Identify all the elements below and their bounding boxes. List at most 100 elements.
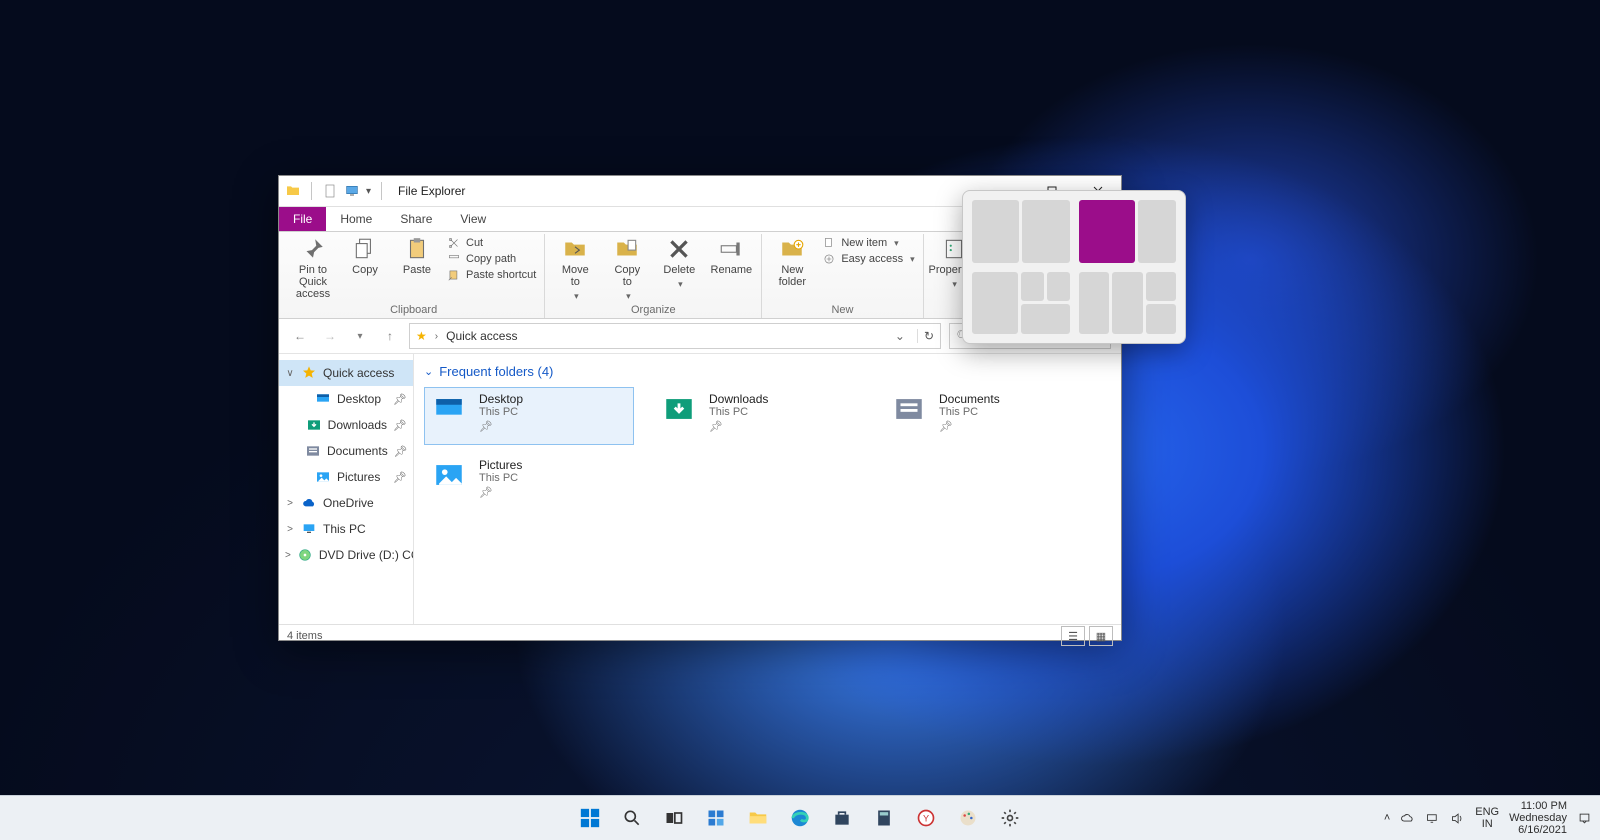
paste-shortcut-button[interactable]: Paste shortcut [445, 268, 538, 282]
task-view-button[interactable] [657, 801, 691, 835]
copy-path-button[interactable]: Copy path [445, 252, 538, 266]
move-to-button[interactable]: Move to▾ [551, 236, 599, 302]
taskbar[interactable]: Y ˄ ENGIN 11:00 PMWednesday6/16/2021 [0, 795, 1600, 840]
address-dropdown-icon[interactable]: ⌄ [895, 329, 905, 343]
tile-sub: This PC [709, 406, 768, 418]
new-item-icon [822, 236, 836, 250]
rename-button[interactable]: Rename [707, 236, 755, 276]
edge-taskbar-icon[interactable] [783, 801, 817, 835]
folder-tile-desktop[interactable]: DesktopThis PC📌︎ [424, 387, 634, 445]
desktop-icon [429, 392, 469, 426]
clock[interactable]: 11:00 PMWednesday6/16/2021 [1509, 800, 1567, 836]
desktop-background: ▾ File Explorer File Home Share View Pin… [0, 0, 1600, 840]
sidebar-item-dvd-drive-d-cc[interactable]: >DVD Drive (D:) CC [279, 542, 413, 568]
sidebar-item-quick-access[interactable]: ∨Quick access [279, 360, 413, 386]
pin-icon: 📌︎ [479, 486, 522, 499]
desktop-icon [315, 391, 331, 407]
breadcrumb[interactable]: Quick access [446, 329, 517, 343]
expand-icon[interactable]: > [285, 498, 295, 509]
snap-layout-2col[interactable] [972, 200, 1070, 263]
tab-view[interactable]: View [446, 207, 500, 231]
path-icon [447, 252, 461, 266]
notifications-tray-icon[interactable] [1577, 811, 1592, 826]
paste-button[interactable]: Paste [393, 236, 441, 276]
tray-overflow-icon[interactable]: ˄ [1384, 812, 1390, 824]
widgets-button[interactable] [699, 801, 733, 835]
document-icon [889, 392, 929, 426]
easy-access-button[interactable]: Easy access▾ [820, 252, 916, 266]
ribbon-group-new: New folder New item▾ Easy access▾ New [762, 234, 923, 318]
copy-to-button[interactable]: Copy to▾ [603, 236, 651, 302]
paint-taskbar-icon[interactable] [951, 801, 985, 835]
cut-button[interactable]: Cut [445, 236, 538, 250]
status-text: 4 items [287, 630, 322, 642]
settings-taskbar-icon[interactable] [993, 801, 1027, 835]
content-pane[interactable]: ⌄ Frequent folders (4) DesktopThis PC📌︎D… [414, 354, 1121, 624]
calculator-taskbar-icon[interactable] [867, 801, 901, 835]
file-explorer-taskbar-icon[interactable] [741, 801, 775, 835]
label: Paste [403, 264, 431, 276]
search-button[interactable] [615, 801, 649, 835]
pin-icon: 📌︎ [939, 420, 1000, 433]
tile-name: Pictures [479, 458, 522, 472]
snap-layouts-flyout [962, 190, 1186, 344]
language-indicator[interactable]: ENGIN [1475, 806, 1499, 830]
sidebar-item-desktop[interactable]: Desktop📌︎ [279, 386, 413, 412]
app-taskbar-icon[interactable]: Y [909, 801, 943, 835]
folder-tile-documents[interactable]: DocumentsThis PC📌︎ [884, 387, 1094, 445]
address-bar[interactable]: ★ › Quick access ⌄ ↻ [409, 323, 941, 349]
volume-tray-icon[interactable] [1450, 811, 1465, 826]
tab-file[interactable]: File [279, 207, 326, 231]
back-button[interactable]: ← [289, 325, 311, 347]
new-item-button[interactable]: New item▾ [820, 236, 916, 250]
forward-button[interactable]: → [319, 325, 341, 347]
sidebar-item-label: OneDrive [323, 496, 374, 510]
explorer-body: ∨Quick accessDesktop📌︎Downloads📌︎Documen… [279, 354, 1121, 624]
system-tray[interactable]: ˄ ENGIN 11:00 PMWednesday6/16/2021 [1384, 800, 1592, 836]
start-button[interactable] [573, 801, 607, 835]
sidebar-item-onedrive[interactable]: > OneDrive [279, 490, 413, 516]
sidebar-item-this-pc[interactable]: >This PC [279, 516, 413, 542]
snap-layout-4cell[interactable] [1079, 272, 1177, 335]
folder-grid: DesktopThis PC📌︎ DownloadsThis PC📌︎ Docume… [424, 387, 1111, 511]
network-tray-icon[interactable] [1425, 811, 1440, 826]
new-folder-button[interactable]: New folder [768, 236, 816, 288]
snap-layout-2col-wide[interactable] [1079, 200, 1177, 263]
refresh-button[interactable]: ↻ [917, 329, 934, 343]
computer-icon[interactable] [344, 183, 360, 199]
copy-button[interactable]: Copy [341, 236, 389, 276]
expand-icon[interactable]: > [285, 550, 291, 561]
tab-home[interactable]: Home [326, 207, 386, 231]
onedrive-tray-icon[interactable] [1400, 811, 1415, 826]
up-button[interactable]: ↑ [379, 325, 401, 347]
group-label: Organize [631, 302, 676, 318]
cloud-icon [301, 495, 317, 511]
recent-locations-button[interactable]: ▾ [349, 325, 371, 347]
window-title: File Explorer [392, 184, 465, 198]
tab-share[interactable]: Share [386, 207, 446, 231]
group-label: New [831, 302, 853, 318]
section-header[interactable]: ⌄ Frequent folders (4) [424, 364, 1111, 379]
sidebar-item-pictures[interactable]: Pictures📌︎ [279, 464, 413, 490]
delete-button[interactable]: Delete▾ [655, 236, 703, 290]
move-icon [562, 236, 588, 262]
chevron-right-icon: › [435, 331, 438, 342]
document-icon[interactable] [322, 183, 338, 199]
sidebar-item-downloads[interactable]: Downloads📌︎ [279, 412, 413, 438]
download-icon [306, 417, 322, 433]
icons-view-button[interactable]: ▦ [1089, 626, 1113, 646]
store-taskbar-icon[interactable] [825, 801, 859, 835]
qat-dropdown-icon[interactable]: ▾ [366, 186, 371, 197]
sidebar-item-documents[interactable]: Documents📌︎ [279, 438, 413, 464]
star-icon: ★ [416, 329, 427, 343]
expand-icon[interactable]: > [285, 524, 295, 535]
details-view-button[interactable]: ☰ [1061, 626, 1085, 646]
pin-to-quick-access-button[interactable]: Pin to Quick access [289, 236, 337, 300]
folder-tile-pictures[interactable]: PicturesThis PC📌︎ [424, 453, 634, 511]
folder-tile-downloads[interactable]: DownloadsThis PC📌︎ [654, 387, 864, 445]
snap-layout-3cell[interactable] [972, 272, 1070, 335]
sidebar-item-label: Pictures [337, 470, 380, 484]
navigation-pane[interactable]: ∨Quick accessDesktop📌︎Downloads📌︎Documen… [279, 354, 414, 624]
disc-icon [297, 547, 313, 563]
expand-icon[interactable]: ∨ [285, 368, 295, 379]
